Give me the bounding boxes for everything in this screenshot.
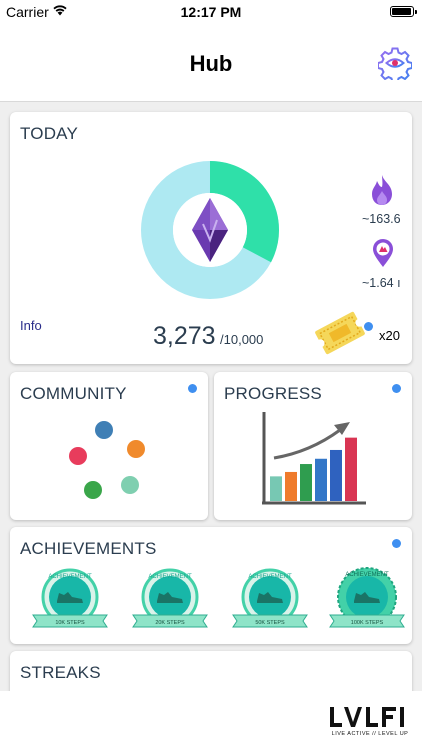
achievements-notification-dot bbox=[392, 539, 401, 548]
brand-logo bbox=[330, 707, 404, 727]
svg-text:ACHIEVEMENT: ACHIEVEMENT bbox=[345, 572, 389, 578]
community-card[interactable]: COMMUNITY bbox=[10, 372, 208, 520]
svg-text:ACHIEVEMENT: ACHIEVEMENT bbox=[148, 574, 192, 580]
bar-chart-icon bbox=[262, 412, 366, 505]
svg-text:ACHIEVEMENT: ACHIEVEMENT bbox=[248, 574, 292, 580]
achievements-card[interactable]: ACHIEVEMENTS ACHIEVEMENT 10K STEPS ACHIE… bbox=[10, 527, 412, 644]
brand-tagline: LIVE ACTIVE // LEVEL UP bbox=[331, 731, 409, 737]
settings-gear-icon[interactable] bbox=[378, 46, 412, 80]
community-title: COMMUNITY bbox=[20, 384, 127, 403]
progress-notification-dot bbox=[392, 384, 401, 393]
progress-title: PROGRESS bbox=[224, 384, 322, 403]
svg-text:20K STEPS: 20K STEPS bbox=[155, 620, 185, 626]
flame-icon bbox=[372, 175, 392, 205]
distance-value: ~1.64 ı bbox=[362, 276, 401, 290]
community-notification-dot bbox=[188, 384, 197, 393]
progress-bar bbox=[285, 471, 297, 501]
streaks-title: STREAKS bbox=[20, 663, 101, 682]
page-title: Hub bbox=[189, 51, 233, 76]
steps-goal: /10,000 bbox=[220, 332, 264, 347]
navigation-bar: Hub bbox=[0, 24, 422, 102]
svg-text:10K STEPS: 10K STEPS bbox=[55, 620, 85, 626]
achievement-badge[interactable]: ACHIEVEMENT 100K STEPS bbox=[324, 565, 410, 637]
progress-bar bbox=[330, 449, 342, 501]
svg-text:100K STEPS: 100K STEPS bbox=[351, 620, 384, 626]
ticket-count: x20 bbox=[379, 328, 400, 343]
svg-text:50K STEPS: 50K STEPS bbox=[255, 620, 285, 626]
footer: LIVE ACTIVE // LEVEL UP bbox=[0, 691, 422, 750]
map-pin-icon bbox=[373, 239, 393, 267]
steps-counter: 3,273 /10,000 bbox=[153, 322, 263, 351]
achievement-badge[interactable]: ACHIEVEMENT 10K STEPS bbox=[27, 565, 113, 637]
today-card[interactable]: TODAY ~163.6 ~1.64 ı Info 3,273 /10,000 bbox=[10, 112, 412, 364]
calories-value: ~163.6 bbox=[362, 212, 401, 226]
daily-steps-progress-ring bbox=[141, 161, 279, 299]
clock: 12:17 PM bbox=[180, 4, 242, 20]
progress-bar bbox=[270, 476, 282, 501]
ticket-notification-dot bbox=[364, 322, 373, 331]
community-dots-icon bbox=[69, 421, 145, 499]
status-bar: Carrier 12:17 PM bbox=[0, 0, 422, 24]
info-link[interactable]: Info bbox=[20, 318, 42, 333]
svg-text:ACHIEVEMENT: ACHIEVEMENT bbox=[48, 574, 92, 580]
steps-count: 3,273 bbox=[153, 322, 216, 350]
today-title: TODAY bbox=[20, 124, 78, 143]
battery-icon bbox=[390, 6, 417, 17]
achievement-badge[interactable]: ACHIEVEMENT 50K STEPS bbox=[227, 565, 313, 637]
golden-ticket-icon bbox=[315, 311, 365, 355]
achievement-badge[interactable]: ACHIEVEMENT 20K STEPS bbox=[127, 565, 213, 637]
progress-bar bbox=[315, 458, 327, 501]
progress-bar bbox=[345, 437, 357, 501]
progress-bar bbox=[300, 464, 312, 501]
progress-card[interactable]: PROGRESS bbox=[214, 372, 412, 520]
achievements-title: ACHIEVEMENTS bbox=[20, 539, 157, 558]
